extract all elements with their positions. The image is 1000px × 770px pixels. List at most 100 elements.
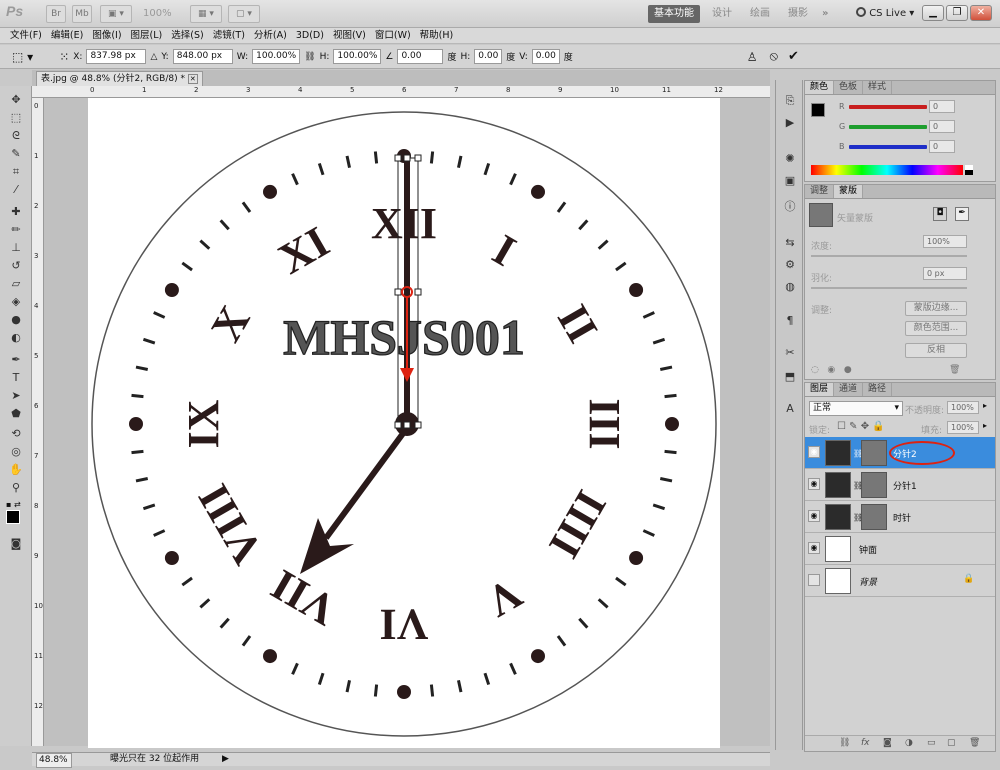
type-tool-icon[interactable]: T [8, 370, 24, 386]
character-icon[interactable]: ⚙ [781, 258, 799, 274]
mini-bridge-button[interactable]: Mb [72, 5, 92, 23]
layer-mask-thumbnail[interactable] [861, 472, 887, 498]
visibility-eye-icon[interactable]: ◉ [808, 542, 820, 554]
menu-item[interactable]: 3D(D) [296, 28, 324, 43]
move-tool-icon[interactable]: ✥ [8, 92, 24, 108]
invert-button[interactable]: 反相 [905, 343, 967, 358]
zoom-level-dropdown[interactable]: 100% [143, 5, 172, 23]
menu-item[interactable]: 编辑(E) [51, 28, 83, 43]
layer-mask-thumbnail[interactable] [861, 504, 887, 530]
status-menu-arrow-icon[interactable]: ▶ [222, 753, 229, 766]
mask-footer-icons[interactable]: ◌ ◉ ● 🗑 [811, 365, 960, 375]
layer-row[interactable]: ◉ 钟面 [805, 533, 995, 565]
history-brush-tool-icon[interactable]: ↺ [8, 258, 24, 274]
layers-panel-tab[interactable]: 图层 [805, 383, 835, 396]
angle-input[interactable]: 0.00 [397, 49, 444, 64]
menu-item[interactable]: 选择(S) [171, 28, 203, 43]
color-panel-tab[interactable]: 样式 [863, 81, 893, 94]
visibility-eye-icon[interactable]: ◉ [808, 478, 820, 490]
adjustments-icon[interactable]: ⇆ [781, 236, 799, 252]
eyedropper-tool-icon[interactable]: ⁄ [8, 182, 24, 198]
fill-input[interactable]: 100% [947, 421, 979, 434]
3d-rotate-tool-icon[interactable]: ⟲ [8, 426, 24, 442]
channel-value-input[interactable]: 0 [929, 120, 955, 133]
foreground-color-swatch[interactable] [811, 103, 825, 117]
tool-presets-icon[interactable]: ✂ [781, 346, 799, 362]
mask-panel-tab[interactable]: 调整 [805, 185, 835, 198]
reference-point-icon[interactable]: ⁙ [59, 50, 69, 64]
density-input[interactable]: 100% [923, 235, 967, 248]
swap-colors-icon[interactable]: ▪ ⇄ [6, 500, 26, 510]
styles-icon[interactable]: ◍ [781, 280, 799, 296]
blur-tool-icon[interactable]: ● [8, 312, 24, 328]
feather-input[interactable]: 0 px [923, 267, 967, 280]
relative-position-icon[interactable]: △ [150, 52, 157, 62]
type-panel-icon[interactable]: A [781, 402, 799, 418]
history-panel-icon[interactable]: ⎘ [781, 94, 799, 110]
workspace-painting[interactable]: 绘画 [750, 5, 770, 23]
density-slider[interactable] [811, 255, 967, 257]
visibility-eye-icon[interactable] [808, 574, 820, 586]
mask-edge-button[interactable]: 蒙版边缘... [905, 301, 967, 316]
cancel-transform-icon[interactable]: ⦸ [770, 49, 778, 64]
cs-live-button[interactable]: CS Live ▾ [856, 5, 914, 23]
3d-orbit-tool-icon[interactable]: ◎ [8, 444, 24, 460]
height-input[interactable]: 100.00% [333, 49, 382, 64]
transform-tool-icon[interactable]: ⬚ ▾ [12, 50, 33, 64]
color-panel-tab[interactable]: 色板 [834, 81, 864, 94]
warp-mode-icon[interactable]: ♙ [747, 50, 758, 64]
adjustment-layer-icon[interactable]: ◑ [905, 738, 913, 748]
vector-mask-icon[interactable]: ✒ [955, 207, 969, 221]
channel-value-input[interactable]: 0 [929, 100, 955, 113]
layer-style-icon[interactable]: fx [861, 738, 870, 748]
menu-item[interactable]: 视图(V) [333, 28, 366, 43]
link-icon[interactable]: ⛓ [304, 52, 315, 62]
bridge-button[interactable]: Br [46, 5, 66, 23]
eraser-tool-icon[interactable]: ▱ [8, 276, 24, 292]
y-position-input[interactable]: 848.00 px [172, 49, 233, 64]
new-layer-icon[interactable]: ▢ [947, 738, 956, 748]
x-position-input[interactable]: 837.98 px [86, 49, 147, 64]
black-white-ramp[interactable] [965, 165, 973, 175]
fill-arrow-icon[interactable]: ▸ [983, 421, 987, 430]
menu-item[interactable]: 帮助(H) [420, 28, 454, 43]
path-select-tool-icon[interactable]: ➤ [8, 388, 24, 404]
menu-item[interactable]: 文件(F) [10, 28, 42, 43]
menu-item[interactable]: 分析(A) [254, 28, 287, 43]
channel-slider[interactable] [849, 105, 927, 109]
info-panel-icon[interactable]: ⓘ [781, 198, 799, 214]
workspace-design[interactable]: 设计 [712, 5, 732, 23]
channel-value-input[interactable]: 0 [929, 140, 955, 153]
brush-panel-icon[interactable]: ✺ [781, 152, 799, 168]
link-layers-icon[interactable]: ⛓ [839, 738, 850, 748]
actions-panel-icon[interactable]: ▶ [781, 116, 799, 132]
layers-panel-tab[interactable]: 路径 [863, 383, 893, 396]
document-tab[interactable]: 表.jpg @ 48.8% (分针2, RGB/8) * ✕ [36, 71, 203, 86]
quick-select-tool-icon[interactable]: ✎ [8, 146, 24, 162]
vertical-skew-input[interactable]: 0.00 [531, 49, 560, 64]
restore-button[interactable]: ❐ [946, 5, 968, 21]
brush-tool-icon[interactable]: ✏ [8, 222, 24, 238]
blend-mode-select[interactable]: 正常 ▾ [809, 401, 903, 416]
delete-layer-icon[interactable]: 🗑 [969, 738, 980, 748]
commit-transform-icon[interactable]: ✔ [788, 49, 799, 64]
quick-mask-icon[interactable]: ◙ [8, 536, 24, 552]
paragraph-panel-icon[interactable]: ¶ [781, 314, 799, 330]
channel-slider[interactable] [849, 145, 927, 149]
shape-tool-icon[interactable]: ⬟ [8, 406, 24, 422]
crop-tool-icon[interactable]: ⌗ [8, 164, 24, 180]
clone-source-icon[interactable]: ▣ [781, 174, 799, 190]
close-button[interactable]: ✕ [970, 5, 992, 21]
layer-row[interactable]: ◉ ⛓ 分针2 [805, 437, 995, 469]
layer-mask-thumbnail[interactable] [861, 440, 887, 466]
more-workspaces-icon[interactable]: » [822, 5, 828, 23]
menu-item[interactable]: 滤镜(T) [213, 28, 245, 43]
menu-item[interactable]: 窗口(W) [375, 28, 411, 43]
hand-tool-icon[interactable]: ✋ [8, 462, 24, 478]
zoom-field[interactable]: 48.8% [36, 753, 72, 768]
new-group-icon[interactable]: ▭ [927, 738, 936, 748]
pixel-mask-icon[interactable]: ◘ [933, 207, 947, 221]
opacity-arrow-icon[interactable]: ▸ [983, 401, 987, 410]
visibility-eye-icon[interactable]: ◉ [808, 446, 820, 458]
opacity-input[interactable]: 100% [947, 401, 979, 414]
